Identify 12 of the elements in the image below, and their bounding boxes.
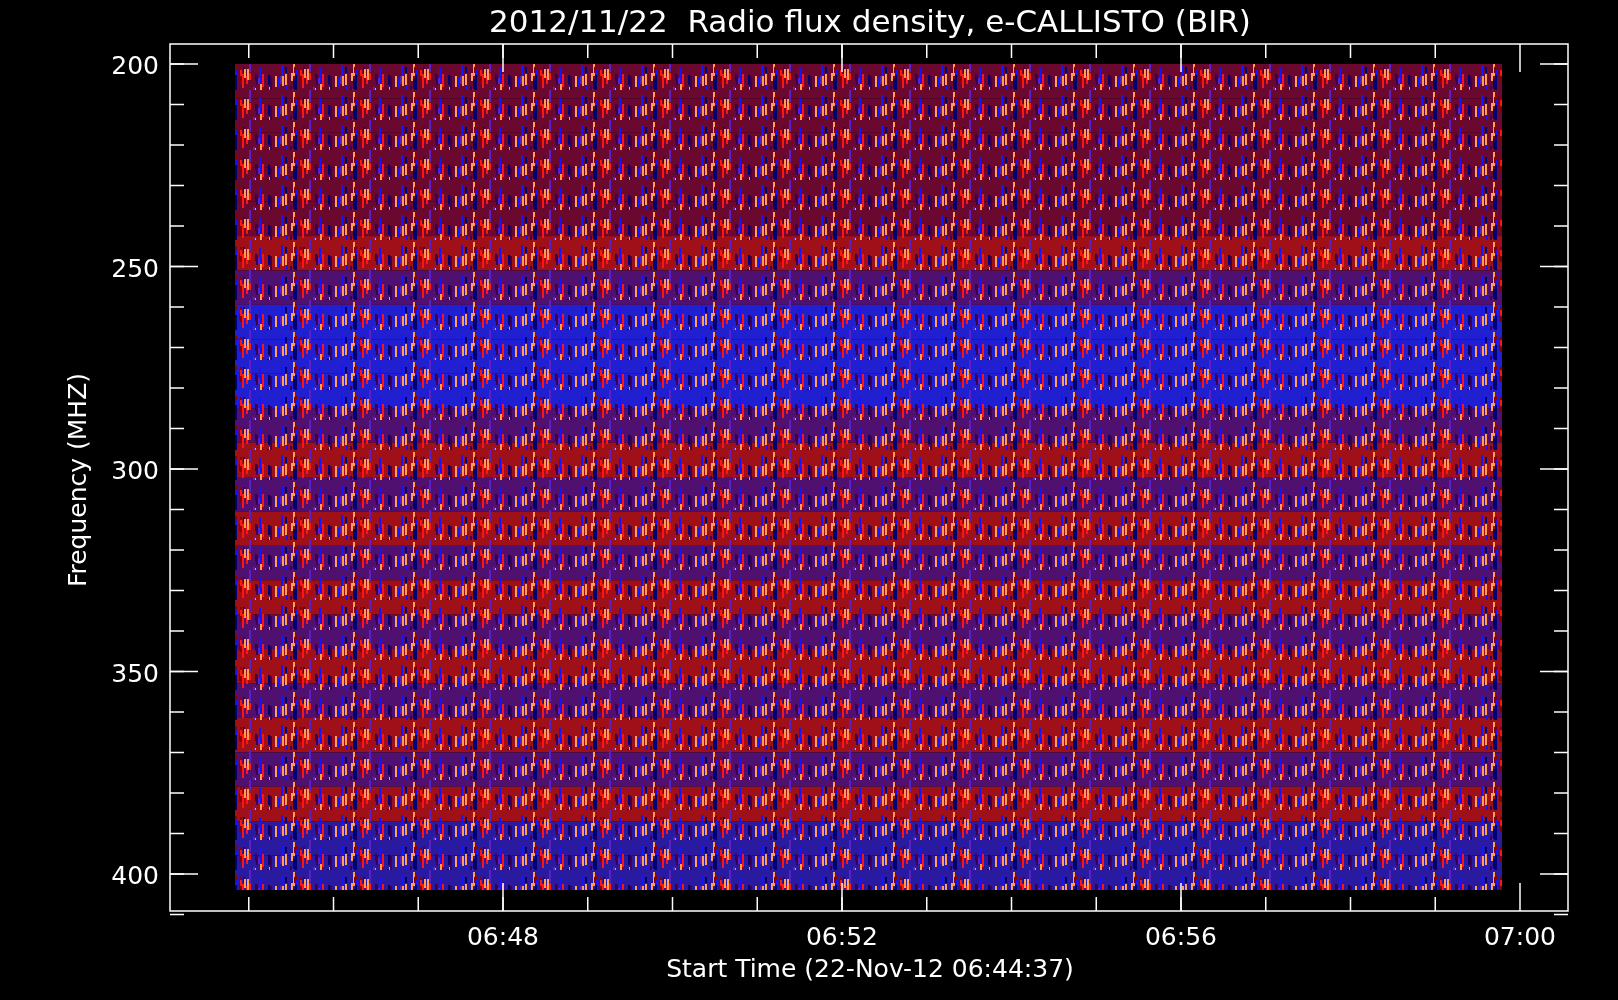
chart-title: 2012/11/22 Radio flux density, e-CALLISTO (BIR) — [489, 3, 1251, 39]
x-tick-label: 06:48 — [467, 922, 539, 951]
x-tick-label: 06:56 — [1145, 922, 1217, 951]
y-tick-label: 300 — [111, 456, 159, 485]
x-tick-label: 07:00 — [1484, 922, 1556, 951]
y-tick-label: 250 — [111, 253, 159, 283]
y-tick-label: 350 — [111, 658, 159, 688]
y-tick-label: 400 — [111, 861, 159, 890]
y-axis-label: Frequency (MHZ) — [63, 372, 92, 588]
x-axis-label: Start Time (22-Nov-12 06:44:37) — [666, 954, 1074, 983]
x-tick-label: 06:52 — [806, 922, 878, 951]
y-tick-label: 200 — [111, 51, 159, 80]
